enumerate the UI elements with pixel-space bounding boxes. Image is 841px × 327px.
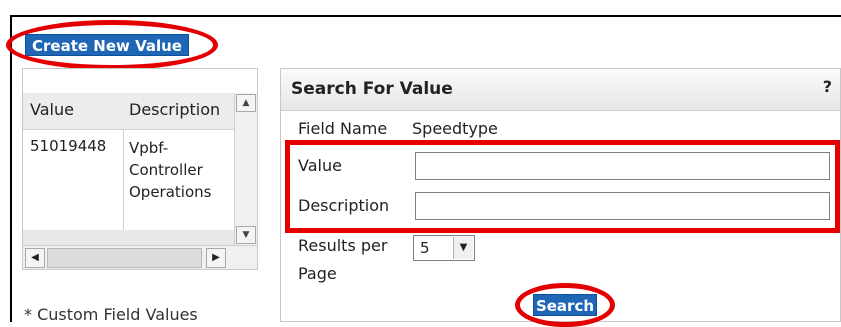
- value-input[interactable]: [415, 152, 830, 180]
- value-label: Value: [298, 156, 342, 175]
- results-per-page-label-line1: Results per: [298, 236, 388, 255]
- scroll-up-icon[interactable]: ▲: [236, 94, 256, 112]
- list-top-band: [23, 69, 257, 94]
- scroll-left-icon[interactable]: ◀: [25, 248, 45, 268]
- search-button[interactable]: Search: [533, 294, 597, 316]
- horizontal-scroll-thumb[interactable]: [47, 248, 202, 268]
- frame-top-line: [10, 15, 841, 17]
- vertical-scrollbar[interactable]: ▲ ▼: [234, 93, 257, 245]
- row-description-cell[interactable]: Vpbf- Controller Operations: [129, 137, 233, 203]
- results-per-page-select[interactable]: 5 ▼: [413, 235, 475, 261]
- help-icon[interactable]: ?: [823, 77, 832, 96]
- results-per-page-value: 5: [420, 239, 430, 257]
- scroll-down-icon[interactable]: ▼: [236, 226, 256, 244]
- column-separator: [123, 130, 124, 230]
- row-value-cell[interactable]: 51019448: [30, 137, 106, 155]
- horizontal-scrollbar[interactable]: ◀ ▶: [23, 245, 257, 269]
- field-name-value: Speedtype: [412, 119, 498, 138]
- search-panel-title: Search For Value: [291, 79, 453, 99]
- chevron-down-icon[interactable]: ▼: [453, 237, 473, 259]
- value-list-panel: Value Description 51019448 Vpbf- Control…: [22, 68, 258, 270]
- create-new-value-button[interactable]: Create New Value: [25, 34, 189, 56]
- results-per-page-label-line2: Page: [298, 264, 337, 283]
- column-header-value[interactable]: Value: [30, 100, 74, 119]
- scroll-right-icon[interactable]: ▶: [206, 248, 226, 268]
- description-input[interactable]: [415, 192, 830, 220]
- field-name-label: Field Name: [298, 119, 388, 138]
- description-label: Description: [298, 196, 390, 215]
- column-header-description[interactable]: Description: [129, 100, 233, 119]
- custom-field-note: * Custom Field Values: [24, 305, 198, 324]
- frame-left-line: [10, 15, 12, 322]
- search-panel-header: Search For Value ?: [281, 69, 840, 111]
